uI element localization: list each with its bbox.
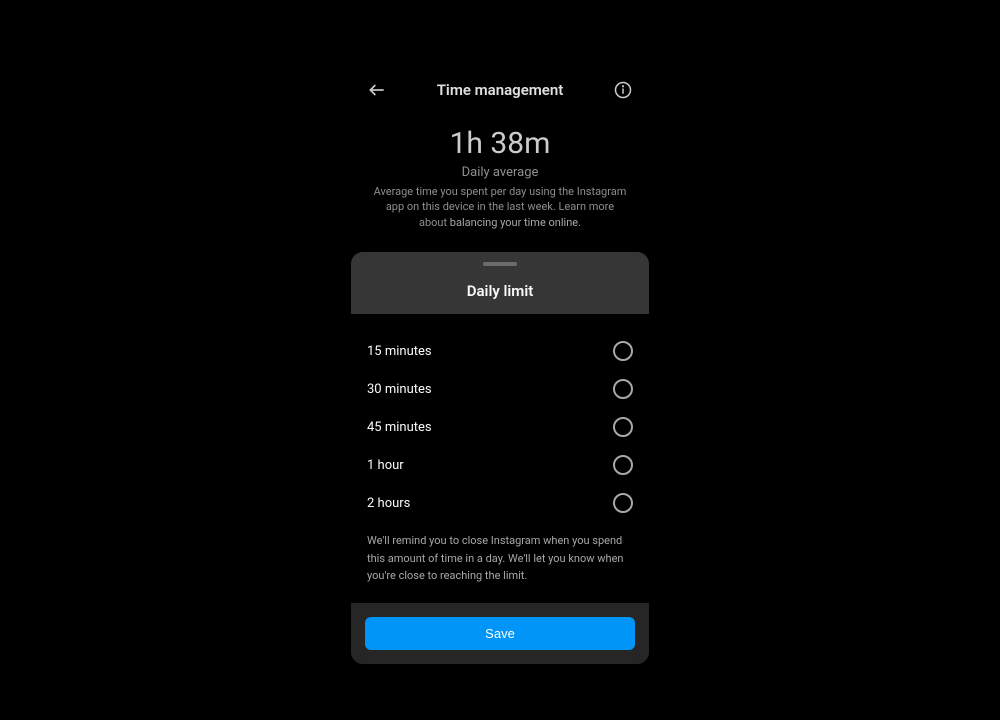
radio-icon (613, 341, 633, 361)
option-15-minutes[interactable]: 15 minutes (367, 332, 633, 370)
limit-note: We'll remind you to close Instagram when… (351, 526, 649, 603)
daily-average-description: Average time you spent per day using the… (371, 184, 629, 230)
option-2-hours[interactable]: 2 hours (367, 484, 633, 522)
drag-handle[interactable] (483, 262, 517, 266)
radio-icon (613, 493, 633, 513)
screen-header: Time management (351, 72, 649, 108)
back-icon[interactable] (367, 80, 387, 100)
radio-icon (613, 379, 633, 399)
option-label: 30 minutes (367, 382, 432, 397)
daily-average-label: Daily average (371, 165, 629, 180)
option-1-hour[interactable]: 1 hour (367, 446, 633, 484)
option-label: 2 hours (367, 496, 410, 511)
save-button[interactable]: Save (365, 617, 635, 650)
sheet-header: Daily limit (351, 252, 649, 314)
limit-options: 15 minutes 30 minutes 45 minutes 1 hour … (351, 314, 649, 526)
option-label: 1 hour (367, 458, 404, 473)
page-title: Time management (437, 81, 564, 99)
usage-stats: 1h 38m Daily average Average time you sp… (351, 126, 649, 246)
radio-icon (613, 455, 633, 475)
option-label: 45 minutes (367, 420, 432, 435)
time-management-screen: Time management 1h 38m Daily average Ave… (351, 72, 649, 664)
sheet-title: Daily limit (351, 282, 649, 300)
sheet-footer: Save (351, 603, 649, 664)
radio-icon (613, 417, 633, 437)
option-label: 15 minutes (367, 344, 432, 359)
balancing-time-link[interactable]: balancing your time online. (450, 216, 581, 229)
option-30-minutes[interactable]: 30 minutes (367, 370, 633, 408)
daily-limit-sheet: Daily limit 15 minutes 30 minutes 45 min… (351, 252, 649, 664)
option-45-minutes[interactable]: 45 minutes (367, 408, 633, 446)
daily-average-value: 1h 38m (371, 126, 629, 161)
info-icon[interactable] (613, 80, 633, 100)
